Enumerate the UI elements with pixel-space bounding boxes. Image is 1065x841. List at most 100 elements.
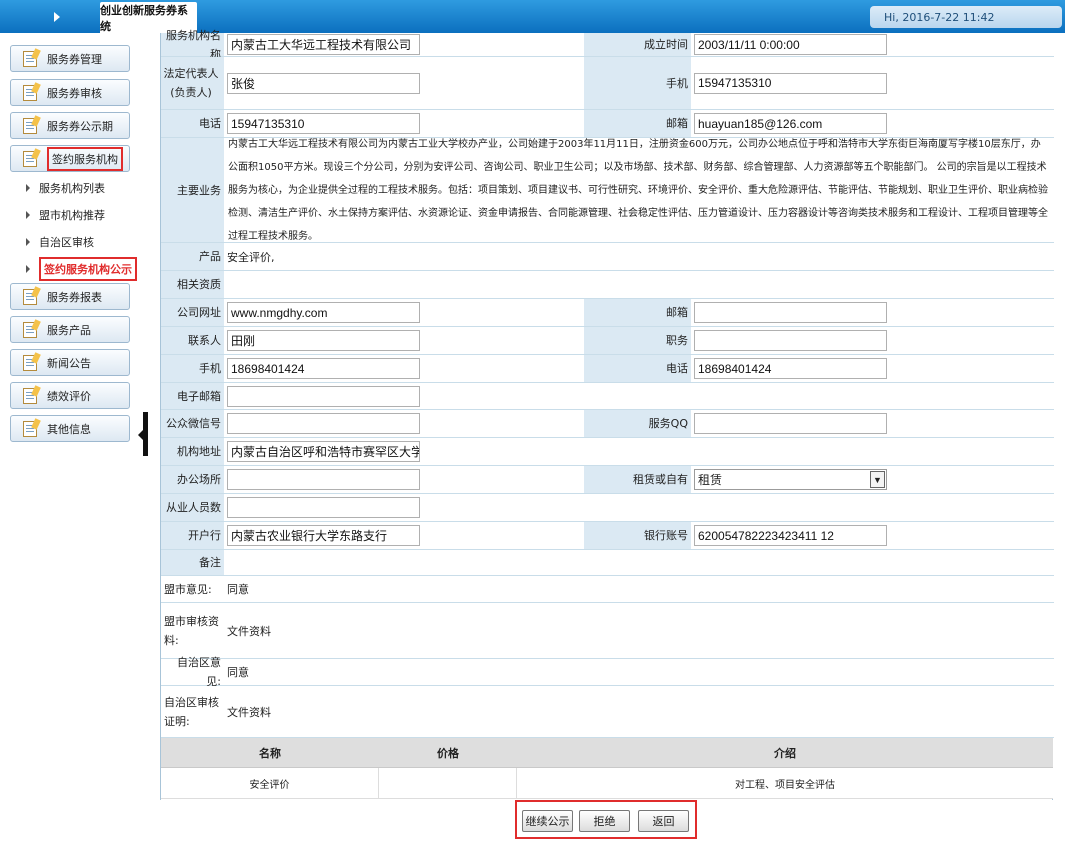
document-icon <box>23 321 37 338</box>
product-label: 产品 <box>161 243 224 270</box>
col-header-name: 名称 <box>161 738 379 768</box>
email-field[interactable]: huayuan185@126.com <box>694 113 887 134</box>
league-material-label: 盟市审核资料: <box>161 603 224 658</box>
product-value: 安全评价, <box>224 243 1053 270</box>
table-cell-intro: 对工程、项目安全评估 <box>517 768 1053 799</box>
detail-grid: 服务机构名称 内蒙古工大华远工程技术有限公司 成立时间 2003/11/11 0… <box>160 29 1054 800</box>
sidebar-item-voucher-report[interactable]: 服务券报表 <box>10 283 130 310</box>
sub-item-label: 盟市机构推荐 <box>39 209 105 222</box>
region-cert-label: 自治区审核证明: <box>161 686 224 737</box>
document-icon <box>23 150 37 167</box>
sidebar-item-label: 新闻公告 <box>47 356 91 370</box>
sidebar-item-label: 绩效评价 <box>47 389 91 403</box>
sub-item-org-list[interactable]: 服务机构列表 <box>26 177 105 199</box>
table-cell-price <box>379 768 517 799</box>
business-text: 内蒙古工大华远工程技术有限公司为内蒙古工业大学校办产业，公司始建于2003年11… <box>224 138 1053 242</box>
sub-item-label: 服务机构列表 <box>39 182 105 195</box>
staff-label: 从业人员数 <box>161 494 224 521</box>
legal-rep-field[interactable]: 张俊 <box>227 72 420 94</box>
sidebar-item-label: 服务产品 <box>47 323 91 337</box>
org-name-label: 服务机构名称 <box>161 29 224 61</box>
wechat-label: 公众微信号 <box>161 410 224 437</box>
caret-right-icon <box>26 238 30 246</box>
sidebar-item-label: 其他信息 <box>47 422 91 436</box>
org-name-field[interactable]: 内蒙古工大华远工程技术有限公司 <box>227 34 420 55</box>
play-arrow-icon <box>54 12 60 22</box>
caret-right-icon <box>26 184 30 192</box>
sidebar-item-service-products[interactable]: 服务产品 <box>10 316 130 343</box>
document-icon <box>23 420 37 437</box>
legal-rep-label: 法定代表人(负责人) <box>161 57 224 109</box>
region-cert-value: 文件资料 <box>224 686 1053 737</box>
sidebar-item-signed-orgs[interactable]: 签约服务机构 <box>10 145 130 172</box>
wechat-field[interactable] <box>227 413 420 434</box>
phone-field[interactable]: 15947135310 <box>227 113 420 134</box>
league-material-value: 文件资料 <box>224 603 1053 658</box>
qq-label: 服务QQ <box>584 410 691 437</box>
founded-label: 成立时间 <box>584 33 691 56</box>
mobile2-label: 手机 <box>161 355 224 382</box>
email2-label: 邮箱 <box>584 299 691 326</box>
address-field[interactable]: 内蒙古自治区呼和浩特市赛罕区大学东街巨 <box>227 441 420 462</box>
reject-button[interactable]: 拒绝 <box>579 810 630 832</box>
sidebar-item-performance[interactable]: 绩效评价 <box>10 382 130 409</box>
phone-label: 电话 <box>161 110 224 137</box>
sidebar-item-voucher-publicity[interactable]: 服务券公示期 <box>10 112 130 139</box>
sidebar-item-voucher-management[interactable]: 服务券管理 <box>10 45 130 72</box>
continue-publicity-button[interactable]: 继续公示 <box>522 810 573 832</box>
lease-select[interactable]: 租赁 ▼ <box>694 469 887 490</box>
lease-selected-value: 租赁 <box>698 473 723 487</box>
region-opinion-label: 自治区意见: <box>161 656 224 688</box>
sub-item-label: 自治区审核 <box>39 236 94 249</box>
office-label: 办公场所 <box>161 466 224 493</box>
staff-field[interactable] <box>227 497 420 518</box>
back-button[interactable]: 返回 <box>638 810 689 832</box>
sidebar-item-voucher-review[interactable]: 服务券审核 <box>10 79 130 106</box>
website-field[interactable]: www.nmgdhy.com <box>227 302 420 323</box>
sidebar-item-news[interactable]: 新闻公告 <box>10 349 130 376</box>
sub-item-league-recommend[interactable]: 盟市机构推荐 <box>26 204 105 226</box>
sub-item-region-review[interactable]: 自治区审核 <box>26 231 94 253</box>
email3-label: 电子邮箱 <box>161 383 224 409</box>
phone2-field[interactable]: 18698401424 <box>694 358 887 379</box>
position-label: 职务 <box>584 327 691 354</box>
lease-label: 租赁或自有 <box>584 466 691 493</box>
document-icon <box>23 50 37 67</box>
remark-label: 备注 <box>161 550 224 575</box>
org-detail-form: 服务机构名称 内蒙古工大华远工程技术有限公司 成立时间 2003/11/11 0… <box>160 29 1054 841</box>
sidebar-collapse-handle[interactable] <box>138 412 148 456</box>
mobile-field[interactable]: 15947135310 <box>694 72 887 94</box>
qq-field[interactable] <box>694 413 887 434</box>
user-greeting: Hi, 2016-7-22 11:42 <box>870 6 1062 28</box>
email2-field[interactable] <box>694 302 887 323</box>
table-cell-name: 安全评价 <box>161 768 379 799</box>
sidebar-item-other-info[interactable]: 其他信息 <box>10 415 130 442</box>
sidebar-item-label: 服务券审核 <box>47 86 102 100</box>
document-icon <box>23 84 37 101</box>
qualification-value <box>224 271 1053 298</box>
remark-value <box>224 550 1053 575</box>
bank-field[interactable]: 内蒙古农业银行大学东路支行 <box>227 525 420 546</box>
col-header-intro: 介绍 <box>517 738 1053 768</box>
contact-field[interactable]: 田刚 <box>227 330 420 351</box>
mobile-label: 手机 <box>584 57 691 109</box>
office-field[interactable] <box>227 469 420 490</box>
account-field[interactable]: 620054782223423411 12 <box>694 525 887 546</box>
action-button-group: 继续公示 拒绝 返回 <box>515 800 697 839</box>
mobile2-field[interactable]: 18698401424 <box>227 358 420 379</box>
document-icon <box>23 288 37 305</box>
document-icon <box>23 354 37 371</box>
email3-field[interactable] <box>227 385 420 407</box>
position-field[interactable] <box>694 330 887 351</box>
sidebar-item-label: 服务券管理 <box>47 52 102 66</box>
sidebar-item-label: 签约服务机构 <box>47 146 123 171</box>
menu-toggle-button[interactable] <box>0 0 100 33</box>
caret-right-icon <box>26 211 30 219</box>
contact-label: 联系人 <box>161 327 224 354</box>
top-bar: 创业创新服务券系统 Hi, 2016-7-22 11:42 <box>0 0 1065 33</box>
founded-field[interactable]: 2003/11/11 0:00:00 <box>694 34 887 55</box>
chevron-down-icon: ▼ <box>870 471 885 488</box>
business-label: 主要业务 <box>161 138 224 242</box>
sub-item-signed-publicity[interactable]: 签约服务机构公示 <box>26 257 137 281</box>
qualification-label: 相关资质 <box>161 271 224 298</box>
